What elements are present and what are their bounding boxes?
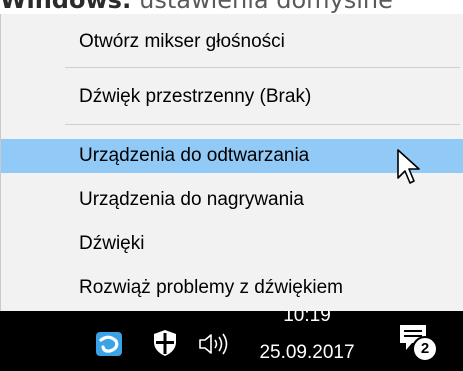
menu-item-playback-devices[interactable]: Urządzenia do odtwarzania xyxy=(1,139,463,173)
app-tray-icon[interactable] xyxy=(95,331,123,357)
menu-item-sounds[interactable]: Dźwięki xyxy=(1,227,463,261)
page-heading: Windows: ustawienia domyślne xyxy=(0,0,463,14)
sound-context-menu: Otwórz mikser głośności Dźwięk przestrze… xyxy=(0,14,463,311)
clock-time: 10:19 xyxy=(283,311,331,326)
page-heading-bold: Windows: xyxy=(0,0,132,14)
mouse-cursor-icon xyxy=(397,149,420,184)
shield-icon[interactable] xyxy=(152,328,178,358)
menu-item-spatial-sound[interactable]: Dźwięk przestrzenny (Brak) xyxy=(1,80,463,114)
taskbar: 10:19 25.09.2017 2 xyxy=(0,311,463,371)
speaker-icon[interactable] xyxy=(198,332,236,356)
menu-item-volume-mixer[interactable]: Otwórz mikser głośności xyxy=(1,25,463,59)
notification-count-badge: 2 xyxy=(412,336,438,362)
page-heading-light: ustawienia domyślne xyxy=(131,0,393,14)
menu-separator xyxy=(65,124,460,125)
menu-item-recording-devices[interactable]: Urządzenia do nagrywania xyxy=(1,183,463,217)
clock-date: 25.09.2017 xyxy=(259,342,355,363)
menu-separator xyxy=(65,67,460,68)
menu-item-troubleshoot[interactable]: Rozwiąż problemy z dźwiękiem xyxy=(1,271,463,305)
